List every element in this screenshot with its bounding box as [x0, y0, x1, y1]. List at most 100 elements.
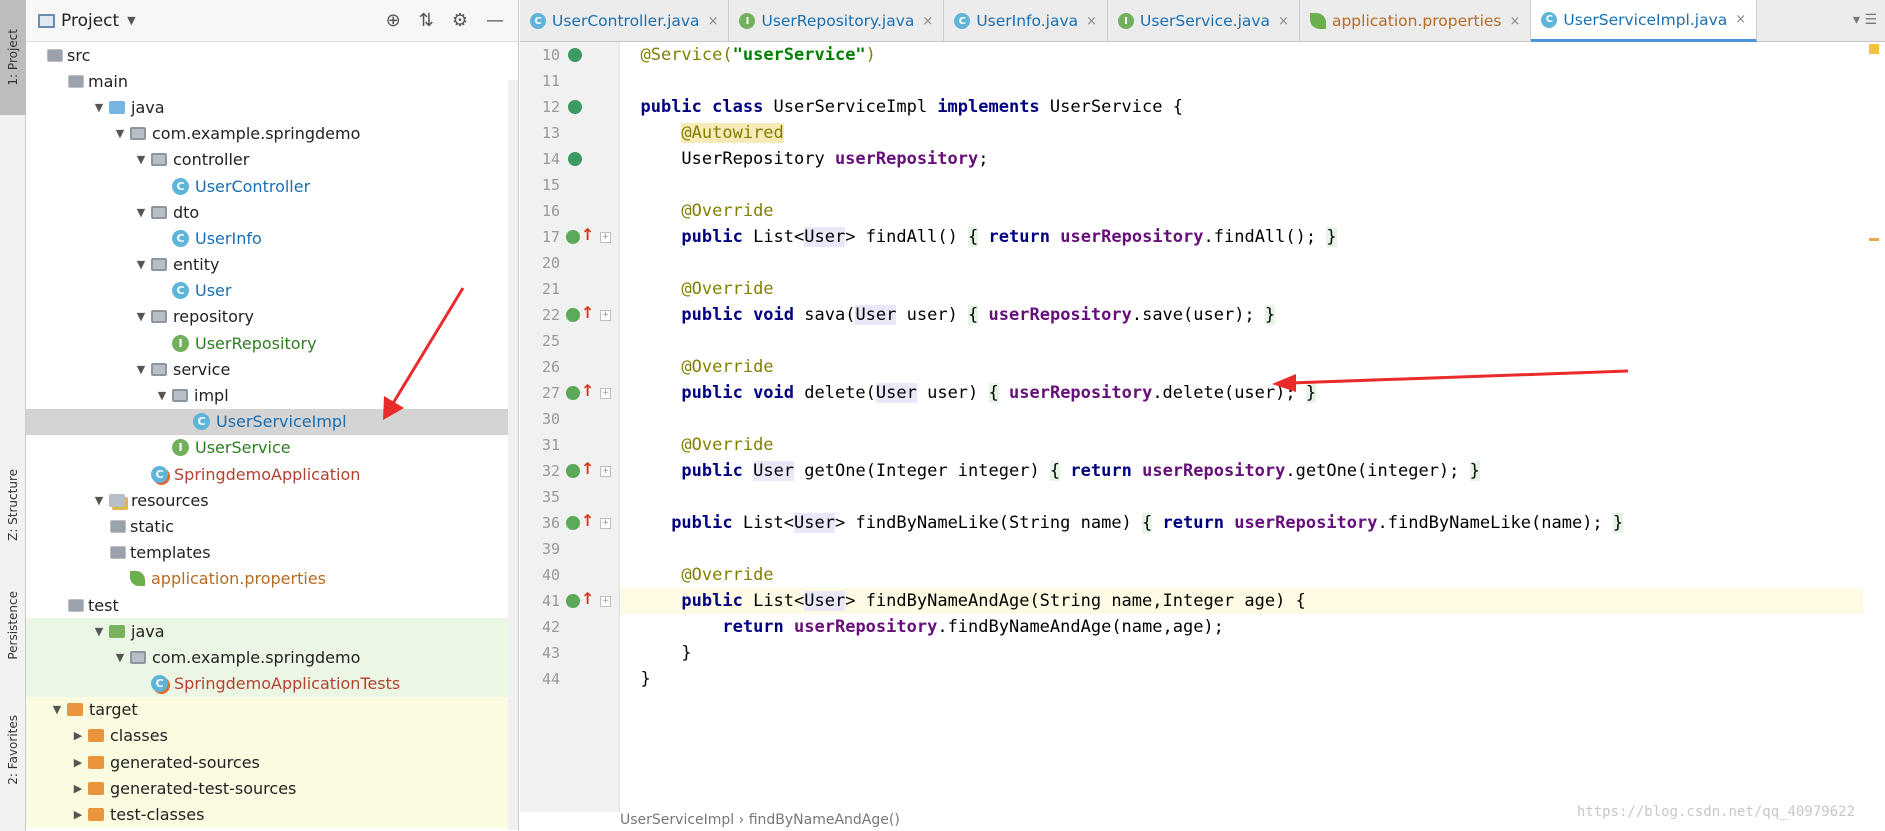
tree-item[interactable]: ▼ com.example.springdemo	[26, 644, 518, 671]
code-line[interactable]	[620, 172, 1870, 198]
tree-item[interactable]: C SpringdemoApplication	[26, 461, 518, 487]
code-line[interactable]	[620, 250, 1870, 276]
spring-bean-icon[interactable]	[568, 100, 582, 114]
tree-item[interactable]: ▼test	[26, 592, 518, 618]
code-line[interactable]: @Autowired	[620, 120, 1870, 146]
chevron-down-icon[interactable]: ▼	[131, 206, 151, 219]
error-stripe[interactable]	[1863, 42, 1885, 812]
close-icon[interactable]: ×	[1735, 12, 1746, 27]
go-to-super-icon[interactable]: ↑	[581, 381, 594, 400]
tree-item[interactable]: ▼main	[26, 68, 518, 94]
tree-item[interactable]: application.properties	[26, 566, 518, 592]
tool-tab-persistence[interactable]: Persistence	[0, 575, 26, 675]
tree-item[interactable]: C SpringdemoApplicationTests	[26, 670, 518, 697]
go-to-super-icon[interactable]: ↑	[581, 459, 594, 478]
code-line[interactable]: public void delete(User user) { userRepo…	[620, 380, 1870, 406]
code-line[interactable]: public class UserServiceImpl implements …	[620, 94, 1870, 120]
collapse-icon[interactable]: ⇅	[419, 10, 434, 31]
implements-method-icon[interactable]	[566, 230, 580, 244]
code-line[interactable]: }	[620, 640, 1870, 666]
code-line[interactable]	[620, 68, 1870, 94]
tree-item[interactable]: ▼ java	[26, 94, 518, 120]
chevron-down-icon[interactable]: ▼	[110, 127, 130, 140]
chevron-down-icon[interactable]: ▼	[110, 651, 130, 664]
breadcrumb-item[interactable]: findByNameAndAge()	[749, 812, 900, 828]
tree-item[interactable]: C User	[26, 278, 518, 304]
chevron-right-icon[interactable]: ▶	[68, 782, 88, 795]
close-icon[interactable]: ×	[1510, 14, 1521, 29]
code-line[interactable]: public List<User> findByNameLike(String …	[620, 510, 1870, 536]
code-line[interactable]	[620, 484, 1870, 510]
code-line[interactable]: public List<User> findAll() { return use…	[620, 224, 1870, 250]
chevron-down-icon[interactable]: ▼	[131, 258, 151, 271]
code-line[interactable]: public User getOne(Integer integer) { re…	[620, 458, 1870, 484]
chevron-down-icon[interactable]: ▼	[131, 310, 151, 323]
editor-tab-userinfo-java[interactable]: C UserInfo.java ×	[944, 0, 1109, 42]
tree-item[interactable]: ▶ generated-test-sources	[26, 775, 518, 802]
close-icon[interactable]: ×	[922, 14, 933, 29]
spring-bean-icon[interactable]	[568, 152, 582, 166]
fold-icon[interactable]: +	[600, 466, 611, 477]
fold-icon[interactable]: +	[600, 310, 611, 321]
tree-item[interactable]: ▼ repository	[26, 304, 518, 330]
code-area[interactable]: @Service("userService") public class Use…	[620, 42, 1870, 812]
close-icon[interactable]: ×	[708, 14, 719, 29]
implements-method-icon[interactable]	[566, 594, 580, 608]
implements-method-icon[interactable]	[566, 386, 580, 400]
tree-item[interactable]: I UserRepository	[26, 330, 518, 356]
code-line[interactable]	[620, 536, 1870, 562]
tree-item[interactable]: ▼ java	[26, 618, 518, 645]
project-panel-title[interactable]: Project	[61, 11, 119, 31]
tree-item[interactable]: ▼ resources	[26, 487, 518, 513]
fold-icon[interactable]: +	[600, 518, 611, 529]
fold-icon[interactable]: +	[600, 388, 611, 399]
locate-icon[interactable]: ⊕	[386, 10, 401, 31]
chevron-down-icon[interactable]: ▼	[89, 494, 109, 507]
tree-item[interactable]: ▼src	[26, 42, 518, 68]
code-line[interactable]: @Override	[620, 432, 1870, 458]
code-line[interactable]: @Override	[620, 562, 1870, 588]
minimize-icon[interactable]: —	[486, 10, 504, 31]
code-line[interactable]: @Override	[620, 354, 1870, 380]
tree-item[interactable]: ▼ impl	[26, 382, 518, 408]
implements-method-icon[interactable]	[566, 516, 580, 530]
close-icon[interactable]: ×	[1086, 14, 1097, 29]
implements-method-icon[interactable]	[566, 464, 580, 478]
tree-item[interactable]: ▼ entity	[26, 252, 518, 278]
spring-bean-icon[interactable]	[568, 48, 582, 62]
tree-scrollbar[interactable]	[508, 80, 518, 830]
tool-tab-z-structure[interactable]: Z: Structure	[0, 450, 26, 560]
tree-item[interactable]: C UserInfo	[26, 225, 518, 251]
tree-item[interactable]: I UserService	[26, 435, 518, 461]
code-line[interactable]: }	[620, 666, 1870, 692]
chevron-right-icon[interactable]: ▶	[68, 808, 88, 821]
tree-item[interactable]: ▼ com.example.springdemo	[26, 121, 518, 147]
chevron-down-icon[interactable]: ▼	[47, 703, 67, 716]
chevron-down-icon[interactable]: ▼	[131, 153, 151, 166]
tree-item[interactable]: static	[26, 513, 518, 539]
fold-icon[interactable]: +	[600, 596, 611, 607]
code-line[interactable]	[620, 328, 1870, 354]
close-icon[interactable]: ×	[1278, 14, 1289, 29]
tree-item[interactable]: ▼ dto	[26, 199, 518, 225]
gear-icon[interactable]: ⚙	[452, 10, 468, 31]
tree-item[interactable]: ▶ test-classes	[26, 801, 518, 828]
chevron-down-icon[interactable]: ▼	[131, 363, 151, 376]
code-line[interactable]: @Override	[620, 276, 1870, 302]
fold-icon[interactable]: +	[600, 232, 611, 243]
tab-list-menu-icon[interactable]: ▾ ☰	[1853, 12, 1877, 28]
chevron-down-icon[interactable]: ▼	[127, 14, 135, 27]
go-to-super-icon[interactable]: ↑	[581, 589, 594, 608]
go-to-super-icon[interactable]: ↑	[581, 303, 594, 322]
go-to-super-icon[interactable]: ↑	[581, 225, 594, 244]
code-line[interactable]: public List<User> findByNameAndAge(Strin…	[620, 588, 1870, 614]
tree-item[interactable]: ▶ generated-sources	[26, 749, 518, 776]
tree-item[interactable]: ▼ target	[26, 696, 518, 723]
tool-tab-1-project[interactable]: 1: Project	[0, 0, 26, 115]
code-line[interactable]: @Override	[620, 198, 1870, 224]
editor-tab-usercontroller-java[interactable]: C UserController.java ×	[520, 0, 730, 42]
tree-item[interactable]: ▼ controller	[26, 147, 518, 173]
go-to-super-icon[interactable]: ↑	[581, 511, 594, 530]
tree-item[interactable]: ▶ classes	[26, 722, 518, 750]
tree-item[interactable]: C UserServiceImpl	[26, 408, 518, 435]
